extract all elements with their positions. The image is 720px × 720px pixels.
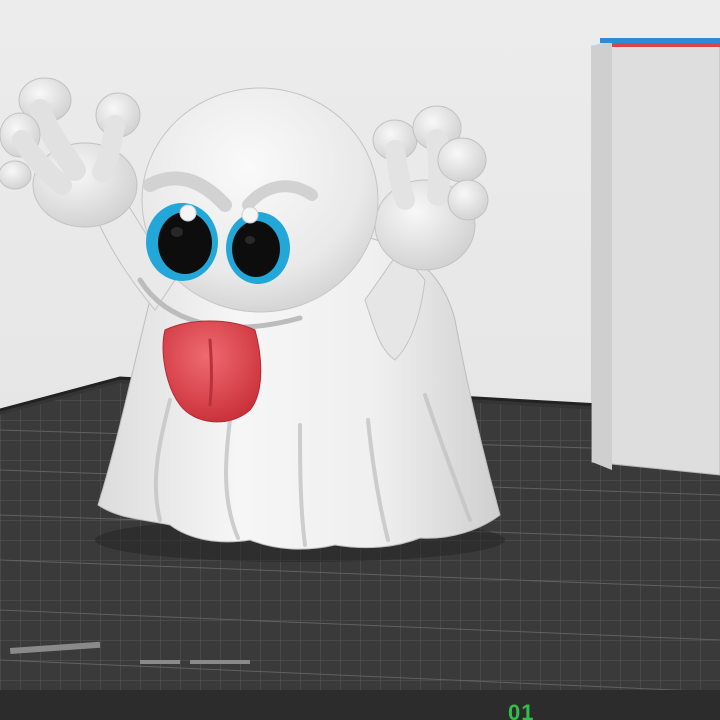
wipe-tower-top-blue [600,38,720,43]
ghost-left-hand [0,77,141,228]
bed-bottom-strip [0,690,720,720]
bed-corner-label: 01 [508,700,535,720]
ghost-right-eye [226,212,290,284]
ghost-brow-knob-left [179,204,197,222]
slicer-scene[interactable] [0,0,720,720]
wipe-tower[interactable] [591,38,720,476]
ghost-brow-knob-right [241,206,259,224]
ghost-right-hand [372,105,489,271]
3d-viewport[interactable]: 01 [0,0,720,720]
wipe-tower-side [592,40,612,470]
wipe-tower-top-red [612,43,720,47]
